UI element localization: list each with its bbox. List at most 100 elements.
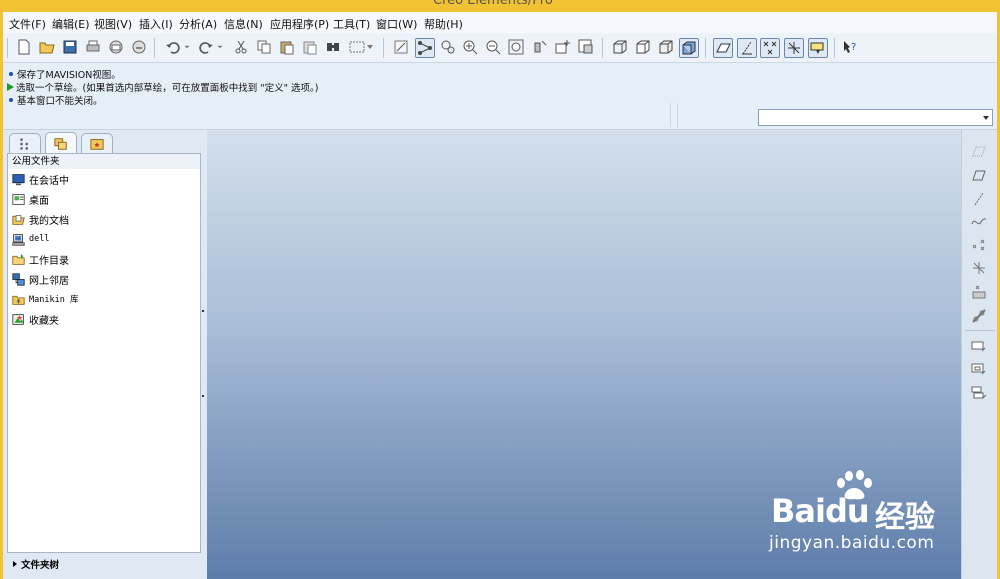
folder-item-computer[interactable]: dell — [12, 230, 49, 248]
folder-item-label: 桌面 — [29, 195, 49, 207]
redo-dropdown-icon[interactable] — [215, 37, 225, 57]
tab-model-tree[interactable] — [9, 133, 41, 153]
folder-tree-toggle[interactable]: 文件夹树 — [7, 554, 199, 574]
datum-point-display-icon[interactable] — [760, 38, 780, 58]
info-bullet-icon — [9, 98, 13, 102]
main-toolbar: ? — [3, 33, 997, 63]
folder-item-label: 在会话中 — [29, 175, 69, 187]
message-divider — [677, 103, 678, 127]
menu-tools[interactable]: 工具(T) — [333, 16, 370, 32]
folder-item-network[interactable]: 网上邻居 — [12, 270, 69, 288]
datum-display-icon[interactable] — [415, 38, 435, 58]
annotation-surface-icon[interactable] — [970, 361, 988, 379]
menu-info[interactable]: 信息(N) — [224, 16, 263, 32]
new-file-icon[interactable] — [14, 37, 34, 57]
folder-browser-icon — [54, 137, 67, 150]
saved-views-icon[interactable] — [553, 37, 573, 57]
annotation-note-icon[interactable] — [970, 338, 988, 356]
menu-edit[interactable]: 编辑(E) — [52, 16, 90, 32]
panel-splitter-handle[interactable] — [200, 360, 206, 430]
computer-icon — [12, 233, 25, 246]
folder-list: 公用文件夹 在会话中 桌面 我的文档 dell 工作目录 网上邻居 Maniki… — [7, 153, 201, 553]
undo-dropdown-icon[interactable] — [182, 37, 192, 57]
cut-icon[interactable] — [231, 37, 251, 57]
toolbar-separator — [154, 38, 155, 58]
paste-special-icon[interactable] — [300, 37, 320, 57]
desktop-icon — [12, 193, 25, 205]
sketch-curve-icon[interactable] — [970, 212, 988, 230]
toolbar-separator — [383, 38, 384, 58]
repaint-icon[interactable] — [438, 37, 458, 57]
save-icon[interactable] — [60, 37, 80, 57]
hidden-line-icon[interactable] — [633, 37, 653, 57]
menu-help[interactable]: 帮助(H) — [424, 16, 463, 32]
prompt-arrow-icon — [7, 83, 14, 91]
refit-icon[interactable] — [506, 37, 526, 57]
menu-window[interactable]: 窗口(W) — [376, 16, 417, 32]
folder-item-session[interactable]: 在会话中 — [12, 170, 69, 188]
baidu-jingyan-text: 经验 — [875, 500, 935, 535]
my-documents-icon — [12, 214, 25, 225]
menu-analysis[interactable]: 分析(A) — [179, 16, 217, 32]
shading-icon[interactable] — [679, 38, 699, 58]
send-link-icon[interactable] — [129, 37, 149, 57]
open-folder-icon[interactable] — [37, 37, 57, 57]
folder-item-manikin-library[interactable]: Manikin 库 — [12, 290, 78, 308]
datum-point-icon[interactable] — [970, 236, 988, 254]
navigator-panel: 公用文件夹 在会话中 桌面 我的文档 dell 工作目录 网上邻居 Maniki… — [3, 130, 208, 579]
undo-icon[interactable] — [163, 37, 183, 57]
menu-applications[interactable]: 应用程序(P) — [270, 16, 329, 32]
annotation-stack-icon[interactable] — [970, 384, 988, 402]
favorites-icon — [12, 313, 24, 325]
window-title: Creo Elements/Pro — [433, 0, 553, 8]
datum-plane-icon[interactable] — [970, 142, 988, 160]
tab-folder-browser[interactable] — [45, 132, 77, 154]
toolbar-separator — [602, 38, 603, 58]
app-window: Creo Elements/Pro 文件(F) 编辑(E) 视图(V) 插入(I… — [3, 0, 997, 579]
paste-icon[interactable] — [277, 37, 297, 57]
reference-curve-icon[interactable] — [970, 307, 988, 325]
send-mail-icon[interactable] — [106, 37, 126, 57]
zoom-in-icon[interactable] — [460, 37, 480, 57]
coordinate-system-display-icon[interactable] — [784, 38, 804, 58]
folder-item-working-directory[interactable]: 工作目录 — [12, 250, 69, 268]
selection-box-icon[interactable] — [346, 37, 376, 57]
axis-icon[interactable] — [970, 190, 988, 208]
folder-item-favorites[interactable]: 收藏夹 — [12, 310, 59, 328]
toolbar-separator — [965, 330, 995, 331]
plane-icon[interactable] — [970, 166, 988, 184]
splitter-grip-dot — [202, 310, 204, 312]
network-icon — [12, 272, 25, 286]
zoom-out-icon[interactable] — [483, 37, 503, 57]
info-bullet-icon — [9, 72, 13, 76]
tab-favorites[interactable] — [81, 133, 113, 153]
panel-splitter-handle[interactable] — [200, 272, 206, 362]
redo-icon[interactable] — [196, 37, 216, 57]
annotation-display-icon[interactable] — [808, 38, 828, 58]
menu-file[interactable]: 文件(F) — [9, 16, 46, 32]
reorient-icon[interactable] — [530, 37, 550, 57]
menu-view[interactable]: 视图(V) — [94, 16, 132, 32]
print-icon[interactable] — [83, 37, 103, 57]
baidu-watermark: Baidu 经验 jingyan.baidu.com — [767, 468, 957, 568]
toolbar-separator — [705, 38, 706, 58]
analysis-feature-icon[interactable] — [970, 283, 988, 301]
no-hidden-icon[interactable] — [656, 37, 676, 57]
chevron-down-icon[interactable] — [983, 116, 989, 120]
folder-item-desktop[interactable]: 桌面 — [12, 190, 49, 208]
context-help-icon[interactable]: ? — [840, 37, 860, 57]
datum-plane-display-icon[interactable] — [713, 38, 733, 58]
copy-icon[interactable] — [254, 37, 274, 57]
coordinate-system-icon[interactable] — [970, 259, 988, 277]
find-icon[interactable] — [323, 37, 343, 57]
title-bar[interactable]: Creo Elements/Pro — [3, 0, 997, 12]
wireframe-icon[interactable] — [610, 37, 630, 57]
menu-insert[interactable]: 插入(I) — [139, 16, 173, 32]
layer-view-icon[interactable] — [576, 37, 596, 57]
regenerate-icon[interactable] — [391, 37, 411, 57]
folder-item-my-documents[interactable]: 我的文档 — [12, 210, 69, 228]
datum-axis-display-icon[interactable] — [737, 38, 757, 58]
filter-selector[interactable] — [758, 109, 993, 126]
folder-item-label: dell — [29, 234, 50, 244]
folder-item-label: 收藏夹 — [29, 315, 59, 327]
